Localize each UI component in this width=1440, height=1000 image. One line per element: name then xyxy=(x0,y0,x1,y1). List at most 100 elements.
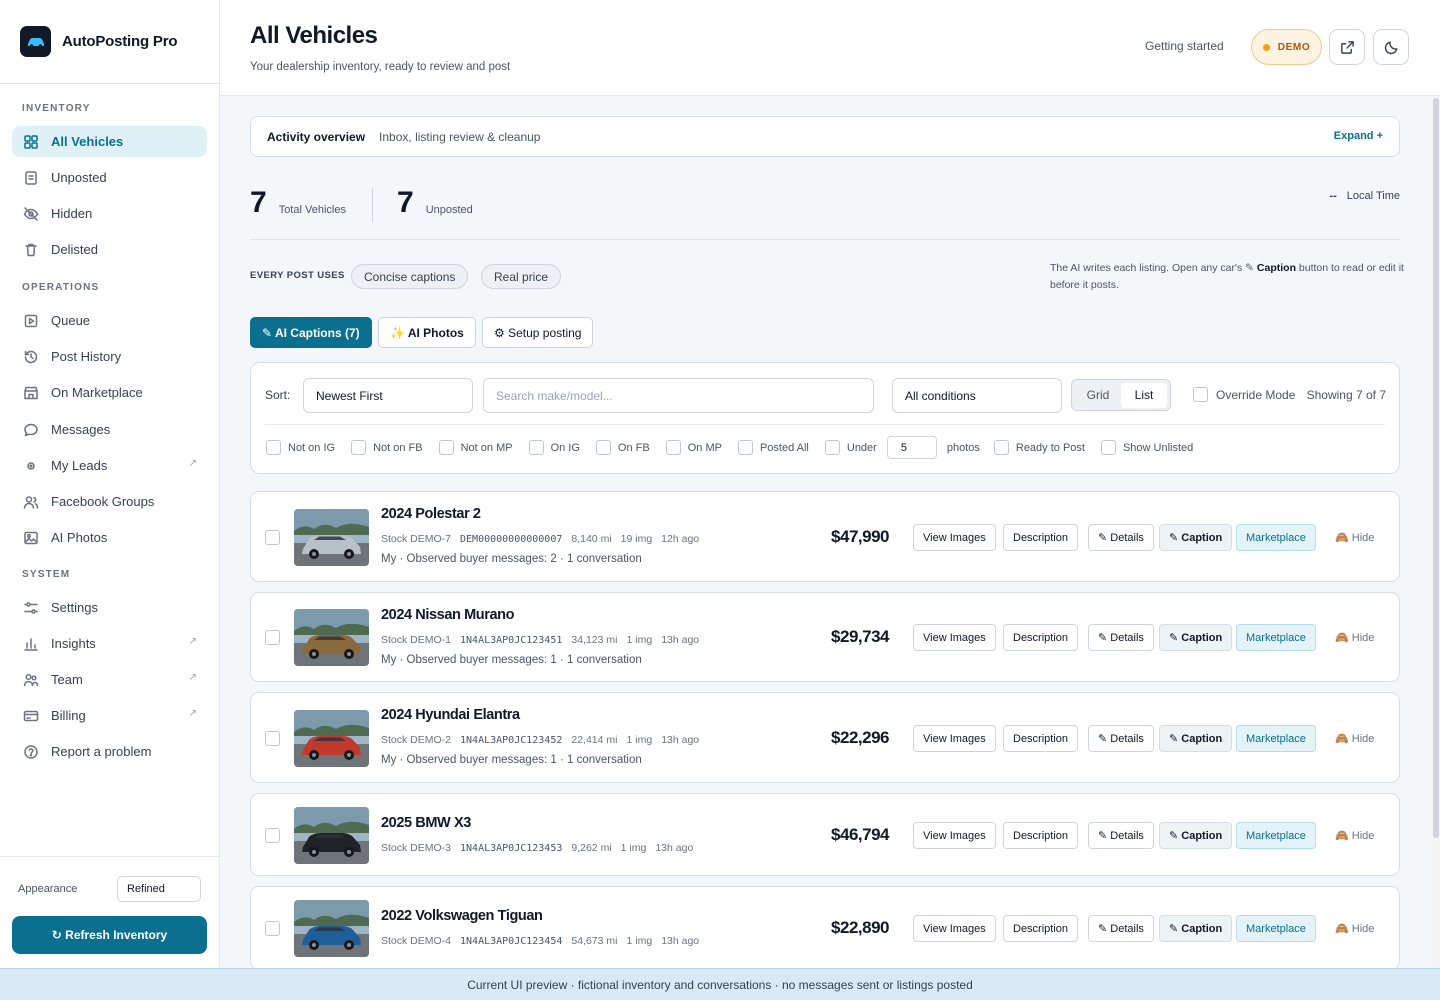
caption-button[interactable]: ✎ Caption xyxy=(1159,524,1233,551)
override-mode[interactable]: Override Mode xyxy=(1193,387,1295,402)
sidebar-item-settings[interactable]: Settings xyxy=(12,592,207,623)
checkbox[interactable] xyxy=(993,440,1009,455)
view-images-button[interactable]: View Images xyxy=(913,822,996,849)
checkbox[interactable] xyxy=(351,440,367,455)
activity-expand-button[interactable]: Expand + xyxy=(1334,130,1383,142)
vehicle-title[interactable]: 2022 Volkswagen Tiguan xyxy=(381,908,543,924)
view-images-button[interactable]: View Images xyxy=(913,624,996,651)
sidebar-item-my-leads[interactable]: My Leads ↗ xyxy=(12,450,207,481)
filter-on-ig[interactable]: On IG xyxy=(528,440,580,455)
vehicle-thumbnail[interactable] xyxy=(294,509,369,566)
checkbox[interactable] xyxy=(595,440,611,455)
row-select-checkbox[interactable] xyxy=(265,530,280,545)
marketplace-button[interactable]: Marketplace xyxy=(1236,915,1316,942)
hide-button[interactable]: 🙈 Hide xyxy=(1335,822,1374,849)
sidebar-item-post-history[interactable]: Post History xyxy=(12,341,207,372)
view-grid-button[interactable]: Grid xyxy=(1075,383,1121,408)
checkbox[interactable] xyxy=(824,440,840,455)
description-button[interactable]: Description xyxy=(1003,524,1079,551)
sidebar-item-facebook-groups[interactable]: Facebook Groups xyxy=(12,486,207,517)
row-select-checkbox[interactable] xyxy=(265,921,280,936)
condition-select[interactable]: All conditions xyxy=(892,378,1062,413)
details-button[interactable]: ✎ Details xyxy=(1088,915,1154,942)
hide-button[interactable]: 🙈 Hide xyxy=(1335,624,1374,651)
pill-real-price[interactable]: Real price xyxy=(481,264,562,289)
override-checkbox[interactable] xyxy=(1193,387,1208,402)
sidebar-item-insights[interactable]: Insights ↗ xyxy=(12,628,207,659)
search-input[interactable]: Search make/model... xyxy=(483,378,874,413)
row-select-checkbox[interactable] xyxy=(265,630,280,645)
brand[interactable]: AutoPosting Pro xyxy=(0,0,219,84)
demo-badge[interactable]: DEMO xyxy=(1251,29,1322,65)
vehicle-title[interactable]: 2024 Hyundai Elantra xyxy=(381,707,520,723)
sidebar-item-on-marketplace[interactable]: On Marketplace xyxy=(12,377,207,408)
marketplace-button[interactable]: Marketplace xyxy=(1236,725,1316,752)
activity-overview[interactable]: Activity overview Inbox, listing review … xyxy=(250,116,1400,157)
sidebar-item-team[interactable]: Team ↗ xyxy=(12,664,207,695)
checkbox[interactable] xyxy=(528,440,544,455)
filter-posted-all[interactable]: Posted All xyxy=(737,440,809,455)
vehicle-title[interactable]: 2024 Polestar 2 xyxy=(381,506,481,522)
sort-select[interactable]: Newest First xyxy=(303,378,473,413)
filter-not-on-ig[interactable]: Not on IG xyxy=(266,440,335,455)
view-images-button[interactable]: View Images xyxy=(913,725,996,752)
details-button[interactable]: ✎ Details xyxy=(1088,524,1154,551)
view-images-button[interactable]: View Images xyxy=(913,524,996,551)
vehicle-thumbnail[interactable] xyxy=(294,900,369,957)
caption-button[interactable]: ✎ Caption xyxy=(1159,624,1233,651)
vehicle-thumbnail[interactable] xyxy=(294,807,369,864)
checkbox[interactable] xyxy=(1100,440,1116,455)
refresh-inventory-button[interactable]: ↻ Refresh Inventory xyxy=(12,916,207,954)
setup-posting-button[interactable]: ⚙ Setup posting xyxy=(482,317,594,348)
vehicle-title[interactable]: 2024 Nissan Murano xyxy=(381,607,514,623)
theme-toggle-button[interactable] xyxy=(1373,29,1409,65)
hide-button[interactable]: 🙈 Hide xyxy=(1335,915,1374,942)
sidebar-item-hidden[interactable]: Hidden xyxy=(12,198,207,229)
sidebar-item-messages[interactable]: Messages xyxy=(12,414,207,445)
checkbox[interactable] xyxy=(665,440,681,455)
filter-ready-to-post[interactable]: Ready to Post xyxy=(993,440,1085,455)
sidebar-item-unposted[interactable]: Unposted xyxy=(12,162,207,193)
under-photos-input[interactable]: 5 xyxy=(886,436,937,459)
sidebar-item-all-vehicles[interactable]: All Vehicles xyxy=(12,126,207,157)
sidebar-item-queue[interactable]: Queue xyxy=(12,305,207,336)
checkbox[interactable] xyxy=(438,440,454,455)
view-images-button[interactable]: View Images xyxy=(913,915,996,942)
details-button[interactable]: ✎ Details xyxy=(1088,822,1154,849)
vehicle-thumbnail[interactable] xyxy=(294,710,369,767)
marketplace-button[interactable]: Marketplace xyxy=(1236,822,1316,849)
filter-on-fb[interactable]: On FB xyxy=(595,440,650,455)
vehicle-row[interactable]: 2022 Volkswagen Tiguan Stock DEMO-4 1N4AL… xyxy=(250,886,1400,968)
marketplace-button[interactable]: Marketplace xyxy=(1236,524,1316,551)
vehicle-row[interactable]: 2024 Hyundai Elantra Stock DEMO-2 1N4AL3A… xyxy=(250,692,1400,783)
details-button[interactable]: ✎ Details xyxy=(1088,725,1154,752)
row-select-checkbox[interactable] xyxy=(265,731,280,746)
description-button[interactable]: Description xyxy=(1003,624,1079,651)
sidebar-item-billing[interactable]: Billing ↗ xyxy=(12,700,207,731)
getting-started-link[interactable]: Getting started xyxy=(1145,39,1224,53)
filter-on-mp[interactable]: On MP xyxy=(665,440,722,455)
caption-button[interactable]: ✎ Caption xyxy=(1159,725,1233,752)
pill-concise-captions[interactable]: Concise captions xyxy=(351,264,469,289)
row-select-checkbox[interactable] xyxy=(265,828,280,843)
sidebar-item-delisted[interactable]: Delisted xyxy=(12,234,207,265)
sidebar-item-report-a-problem[interactable]: Report a problem xyxy=(12,736,207,767)
scrollbar[interactable] xyxy=(1432,96,1440,968)
vehicle-row[interactable]: 2025 BMW X3 Stock DEMO-3 1N4AL3AP0JC12345… xyxy=(250,793,1400,876)
view-list-button[interactable]: List xyxy=(1121,382,1167,408)
caption-button[interactable]: ✎ Caption xyxy=(1159,915,1233,942)
hide-button[interactable]: 🙈 Hide xyxy=(1335,725,1374,752)
scroll-thumb[interactable] xyxy=(1433,98,1439,838)
appearance-select[interactable]: Refined xyxy=(117,876,201,902)
filter-show-unlisted[interactable]: Show Unlisted xyxy=(1100,440,1193,455)
vehicle-title[interactable]: 2025 BMW X3 xyxy=(381,815,471,831)
marketplace-button[interactable]: Marketplace xyxy=(1236,624,1316,651)
sidebar-item-ai-photos[interactable]: AI Photos xyxy=(12,522,207,553)
vehicle-row[interactable]: 2024 Nissan Murano Stock DEMO-1 1N4AL3AP0… xyxy=(250,592,1400,682)
ai-captions-button[interactable]: ✎ AI Captions (7) xyxy=(250,317,372,348)
filter-not-on-fb[interactable]: Not on FB xyxy=(351,440,423,455)
checkbox[interactable] xyxy=(266,440,281,455)
filter-not-on-mp[interactable]: Not on MP xyxy=(438,440,513,455)
details-button[interactable]: ✎ Details xyxy=(1088,624,1154,651)
hide-button[interactable]: 🙈 Hide xyxy=(1335,524,1374,551)
